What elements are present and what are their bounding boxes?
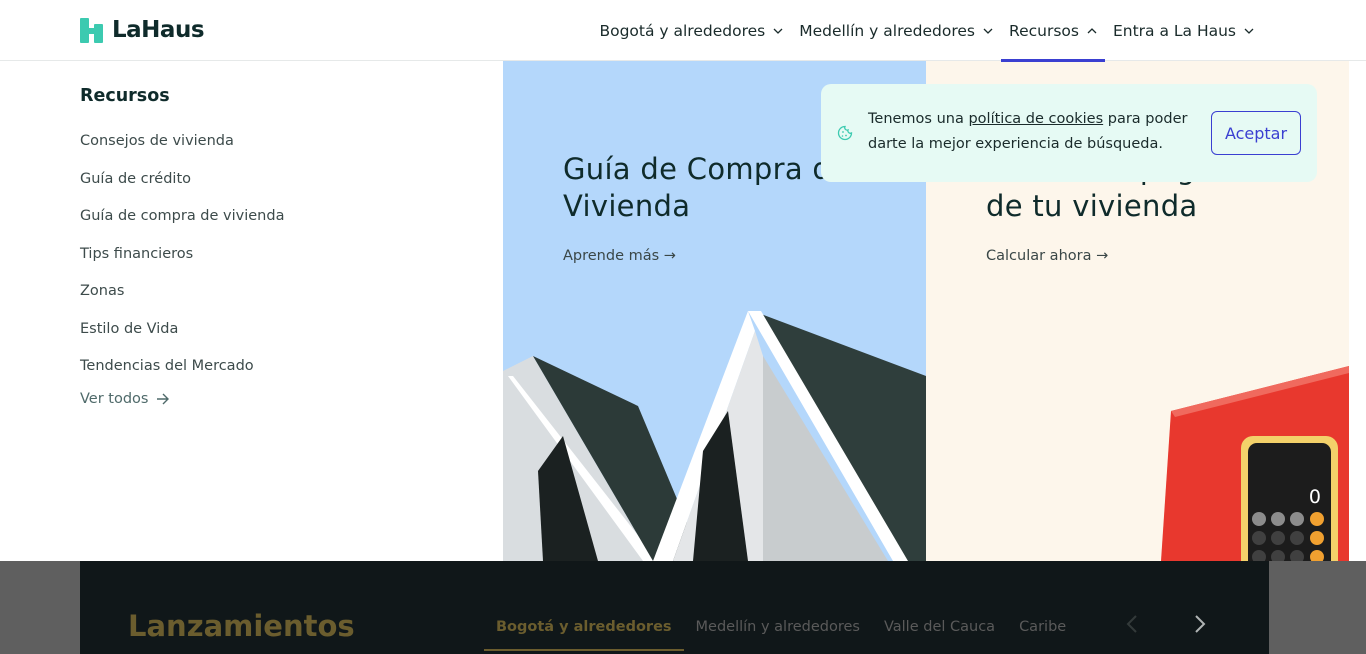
- region-tabs: Bogotá y alrededores Medellín y alrededo…: [484, 619, 1066, 651]
- nav-item-entra[interactable]: Entra a La Haus: [1105, 0, 1262, 61]
- cookie-policy-link[interactable]: política de cookies: [968, 111, 1103, 127]
- house-roof-image: [503, 311, 926, 561]
- arrow-right-icon: [157, 393, 170, 404]
- nav-item-label: Entra a La Haus: [1112, 21, 1236, 40]
- menu-item-consejos[interactable]: Consejos de vivienda: [80, 126, 480, 164]
- tab-bogota[interactable]: Bogotá y alrededores: [484, 619, 684, 651]
- chevron-up-icon: [1087, 27, 1097, 33]
- nav-item-medellin[interactable]: Medellín y alrededores: [791, 0, 1001, 61]
- menu-item-tendencias[interactable]: Tendencias del Mercado: [80, 351, 480, 389]
- resources-menu: Recursos Consejos de vivienda Guía de cr…: [80, 86, 480, 407]
- card-link-learn-more[interactable]: Aprende más →: [563, 248, 676, 264]
- cookie-message: Tenemos una política de cookies para pod…: [868, 111, 1188, 152]
- chevron-left-icon[interactable]: [1122, 613, 1142, 635]
- menu-item-guia-credito[interactable]: Guía de crédito: [80, 164, 480, 202]
- chevron-down-icon: [983, 28, 993, 34]
- logo[interactable]: LaHaus: [80, 17, 205, 43]
- main-nav: Bogotá y alrededores Medellín y alrededo…: [591, 0, 1262, 62]
- nav-item-label: Medellín y alrededores: [799, 21, 975, 40]
- chevron-down-icon: [1244, 28, 1254, 34]
- launches-section: Lanzamientos Bogotá y alrededores Medell…: [80, 561, 1269, 654]
- accept-cookies-button[interactable]: Aceptar: [1211, 111, 1301, 155]
- menu-item-estilo[interactable]: Estilo de Vida: [80, 314, 480, 352]
- see-all-link[interactable]: Ver todos: [80, 391, 480, 407]
- nav-item-recursos[interactable]: Recursos: [1001, 0, 1105, 62]
- see-all-label: Ver todos: [80, 390, 149, 407]
- calculator-notebook-image: 0: [1161, 366, 1349, 561]
- cookie-icon: [837, 125, 853, 141]
- tab-medellin[interactable]: Medellín y alrededores: [696, 619, 860, 651]
- menu-item-zonas[interactable]: Zonas: [80, 276, 480, 314]
- tab-caribe[interactable]: Caribe: [1019, 619, 1066, 651]
- cookie-banner: Tenemos una política de cookies para pod…: [821, 84, 1317, 182]
- menu-title: Recursos: [80, 86, 170, 106]
- chevron-down-icon: [773, 28, 783, 34]
- logo-mark-icon: [80, 17, 104, 43]
- nav-item-label: Bogotá y alrededores: [599, 21, 766, 40]
- chevron-right-icon[interactable]: [1190, 613, 1210, 635]
- site-header: LaHaus Bogotá y alrededores Medellín y a…: [0, 0, 1366, 62]
- nav-item-label: Recursos: [1009, 21, 1079, 40]
- menu-item-tips[interactable]: Tips financieros: [80, 239, 480, 277]
- tab-valle[interactable]: Valle del Cauca: [884, 619, 995, 651]
- card-link-calculate[interactable]: Calcular ahora →: [986, 248, 1108, 264]
- section-title: Lanzamientos: [128, 609, 355, 643]
- calculator-display: 0: [1309, 486, 1321, 508]
- logo-text: LaHaus: [112, 17, 205, 43]
- menu-item-guia-compra[interactable]: Guía de compra de vivienda: [80, 201, 480, 239]
- nav-item-bogota[interactable]: Bogotá y alrededores: [591, 0, 791, 61]
- scrollbar-track[interactable]: [1349, 61, 1366, 561]
- menu-list: Consejos de vivienda Guía de crédito Guí…: [80, 126, 480, 389]
